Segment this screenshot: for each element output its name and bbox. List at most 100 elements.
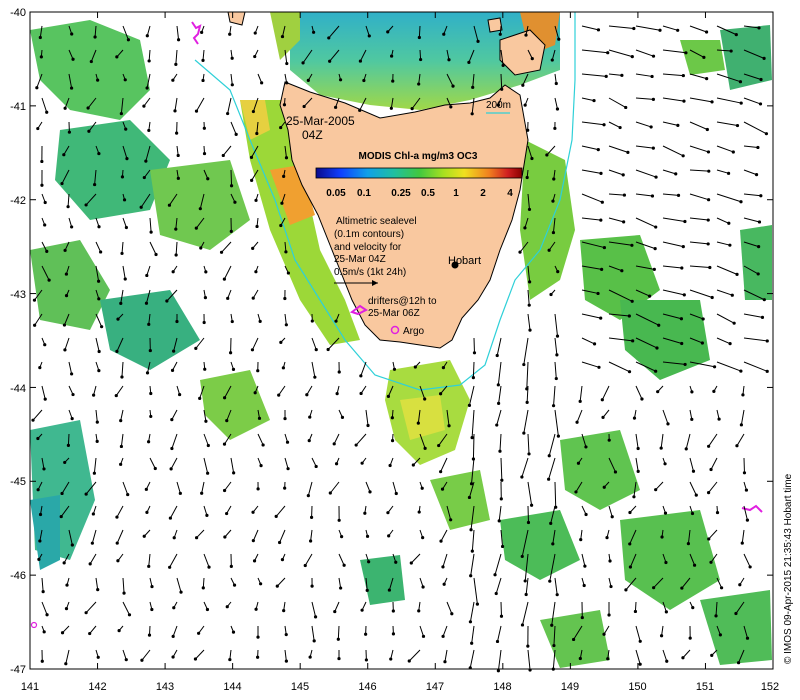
velocity-arrow-head	[622, 220, 626, 224]
velocity-arrow-head	[280, 201, 284, 205]
velocity-arrow-head	[63, 460, 67, 465]
velocity-arrow-head	[342, 563, 346, 567]
velocity-arrow-head	[523, 103, 527, 107]
velocity-arrow-head	[602, 632, 606, 636]
velocity-arrow-head	[95, 420, 99, 424]
velocity-arrow-head	[638, 639, 642, 643]
velocity-arrow-head	[281, 366, 285, 370]
velocity-arrow-head	[545, 153, 549, 157]
velocity-arrow-head	[549, 292, 553, 297]
x-tick-label: 149	[561, 681, 579, 693]
velocity-arrow-head	[124, 225, 129, 230]
velocity-arrow-head	[310, 584, 314, 588]
velocity-arrow-head	[421, 585, 425, 589]
y-tick-label: -43	[10, 289, 26, 301]
velocity-arrow-head	[599, 218, 603, 222]
velocity-arrow-head	[232, 583, 237, 587]
velocity-arrow-head	[630, 55, 634, 59]
altimetry-note-line: 25-Mar 04Z	[334, 254, 386, 265]
velocity-arrow-head	[301, 61, 305, 65]
velocity-arrow-head	[254, 270, 258, 274]
velocity-arrow-head	[277, 393, 281, 397]
velocity-arrow-head	[145, 371, 150, 375]
velocity-arrow-head	[150, 607, 154, 612]
velocity-arrow-head	[674, 172, 678, 176]
velocity-arrow-head	[120, 175, 125, 179]
velocity-arrow-head	[681, 245, 685, 249]
velocity-arrow-head	[47, 278, 51, 282]
velocity-arrow-head	[419, 57, 423, 62]
velocity-arrow-head	[602, 123, 606, 127]
velocity-arrow-head	[222, 442, 227, 446]
velocity-arrow-head	[360, 461, 364, 465]
velocity-arrow-head	[230, 319, 234, 324]
velocity-arrow-head	[358, 108, 362, 112]
velocity-arrow-head	[123, 78, 127, 82]
velocity-arrow-head	[100, 325, 104, 329]
velocity-arrow-head	[64, 607, 69, 611]
velocity-arrow-head	[279, 223, 283, 228]
velocity-arrow-head	[599, 316, 603, 320]
velocity-arrow-head	[493, 573, 497, 577]
velocity-arrow-head	[194, 109, 199, 113]
x-axis: 141 142 143 144 145 146 147 148 149 150 …	[21, 681, 779, 693]
velocity-arrow-head	[204, 270, 208, 274]
velocity-arrow-head	[600, 267, 604, 271]
velocity-arrow-head	[327, 36, 331, 40]
velocity-arrow-head	[700, 341, 704, 345]
velocity-arrow-head	[765, 369, 769, 373]
velocity-arrow-head	[520, 475, 524, 479]
velocity-arrow-head	[552, 177, 556, 181]
velocity-arrow-head	[694, 493, 698, 497]
velocity-arrow-head	[717, 417, 721, 421]
velocity-arrow-head	[660, 535, 664, 539]
velocity-arrow-head	[66, 205, 70, 209]
velocity-arrow-head	[500, 87, 504, 91]
velocity-arrow-head	[437, 443, 441, 448]
velocity-arrow-head	[45, 613, 49, 617]
velocity-arrow-head	[600, 398, 604, 402]
velocity-arrow-head	[115, 515, 119, 519]
velocity-arrow-head	[283, 486, 287, 490]
velocity-arrow-head	[251, 296, 255, 300]
velocity-arrow-head	[551, 230, 556, 235]
velocity-arrow-head	[226, 111, 230, 116]
velocity-arrow-head	[205, 513, 209, 517]
colorbar-title: MODIS Chl-a mg/m3 OC3	[359, 151, 478, 162]
velocity-arrow-head	[145, 86, 149, 90]
velocity-arrow-head	[652, 586, 656, 590]
velocity-arrow-head	[230, 56, 234, 60]
velocity-arrow-head	[735, 444, 739, 448]
velocity-arrow-head	[707, 537, 711, 541]
velocity-arrow-head	[367, 560, 371, 564]
velocity-arrow-head	[309, 539, 313, 543]
velocity-arrow-head	[627, 314, 631, 318]
velocity-arrow-head	[654, 488, 658, 492]
velocity-arrow-head	[739, 369, 743, 373]
velocity-arrow-head	[692, 563, 697, 567]
velocity-arrow-head	[688, 636, 692, 640]
x-tick-label: 142	[88, 681, 106, 693]
velocity-arrow-head	[306, 494, 310, 498]
velocity-arrow-head	[203, 367, 207, 371]
velocity-arrow-head	[652, 267, 656, 271]
velocity-arrow-head	[550, 58, 554, 62]
velocity-arrow-head	[527, 452, 531, 456]
velocity-arrow-head	[710, 295, 714, 300]
date-label: 25-Mar-2005	[286, 114, 355, 128]
velocity-arrow-head	[681, 656, 685, 660]
velocity-arrow-head	[178, 392, 182, 397]
velocity-arrow-head	[45, 249, 49, 253]
velocity-arrow-head	[194, 536, 199, 540]
velocity-arrow-head	[282, 608, 286, 613]
velocity-arrow-head	[386, 394, 391, 399]
velocity-arrow-head	[469, 574, 473, 578]
velocity-arrow-head	[648, 294, 652, 298]
velocity-arrow-head	[233, 200, 237, 204]
velocity-arrow-head	[116, 317, 120, 321]
velocity-arrow-head	[70, 543, 74, 547]
velocity-arrow-head	[89, 59, 93, 64]
velocity-arrow-head	[654, 225, 658, 229]
velocity-arrow-head	[684, 447, 688, 451]
velocity-arrow-head	[552, 643, 556, 648]
